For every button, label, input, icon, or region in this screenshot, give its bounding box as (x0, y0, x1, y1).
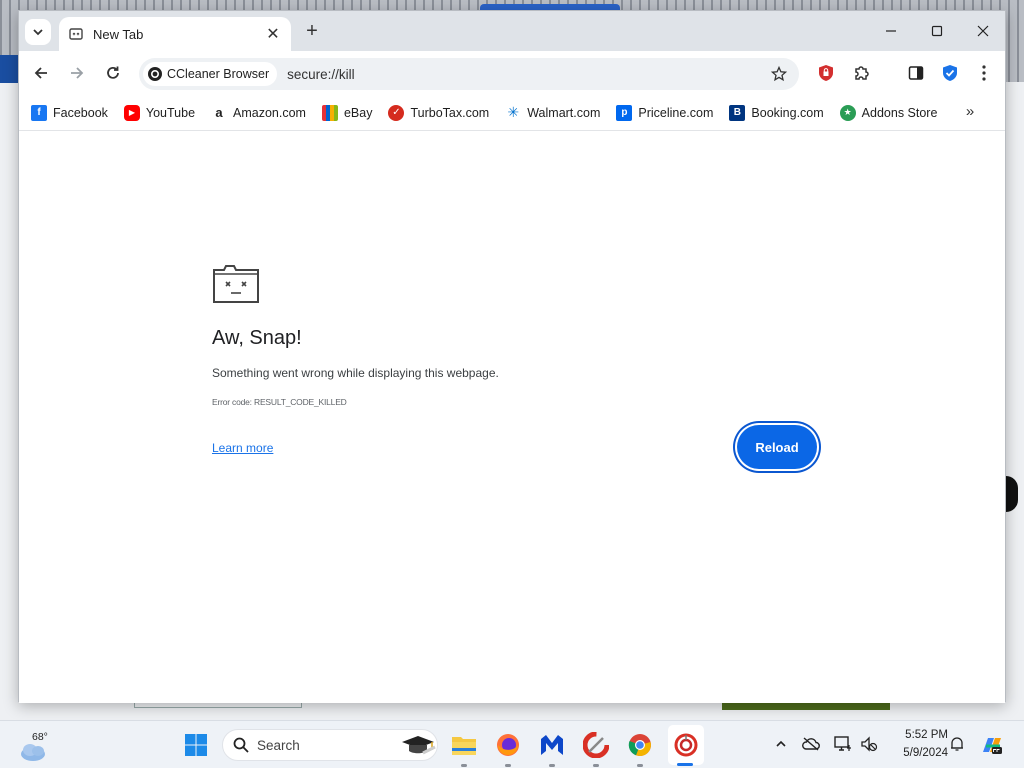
chrome-icon[interactable] (626, 731, 654, 759)
bookmark-label: Priceline.com (638, 105, 714, 120)
bookmark-priceline[interactable]: p Priceline.com (616, 99, 721, 127)
security-shield-icon[interactable] (815, 62, 837, 84)
url-text[interactable]: secure://kill (287, 67, 767, 82)
addons-store-icon: ★ (839, 104, 856, 121)
running-indicator (549, 764, 555, 767)
bookmark-facebook[interactable]: f Facebook (31, 99, 116, 127)
network-display-icon[interactable] (834, 735, 852, 753)
browser-toolbar: CCleaner Browser secure://kill (19, 51, 1005, 95)
sad-tab-folder-icon (213, 265, 259, 303)
firefox-icon[interactable] (494, 731, 522, 759)
bookmark-youtube[interactable]: ▶ YouTube (123, 99, 203, 127)
browser-window: New Tab ✕ + CCleaner Browser secure://ki… (18, 10, 1006, 703)
booking-icon: B (729, 104, 746, 121)
bookmark-ebay[interactable]: eBay (321, 99, 381, 127)
extensions-puzzle-icon[interactable] (851, 62, 873, 84)
bookmark-label: Facebook (53, 105, 108, 120)
ccleaner-browser-app-icon[interactable] (672, 731, 700, 759)
error-message: Something went wrong while displaying th… (212, 366, 499, 380)
weather-temperature: 68° (32, 731, 48, 743)
clock-date[interactable]: 5/9/2024 (892, 747, 948, 759)
tab-title: New Tab (93, 26, 144, 42)
bookmarks-bar: f Facebook ▶ YouTube a Amazon.com eBay ✓… (19, 95, 1005, 131)
running-indicator (637, 764, 643, 767)
tab-new-tab[interactable]: New Tab ✕ (59, 17, 291, 51)
window-close-icon[interactable] (965, 19, 1001, 43)
bookmark-label: YouTube (145, 105, 196, 120)
active-indicator (677, 763, 693, 766)
more-menu-kebab-icon[interactable] (973, 62, 995, 84)
bookmarks-overflow-chevron-icon[interactable]: » (959, 103, 981, 125)
ccleaner-app-icon[interactable] (582, 731, 610, 759)
youtube-icon: ▶ (123, 104, 140, 121)
windows-start-icon[interactable] (182, 731, 210, 759)
walmart-spark-icon: ✳ (507, 104, 520, 120)
error-page: Aw, Snap! Something went wrong while dis… (19, 131, 1005, 703)
tray-overflow-chevron-up-icon[interactable] (772, 735, 790, 753)
site-info-chip[interactable]: CCleaner Browser (143, 62, 278, 86)
ccleaner-logo-icon (148, 67, 162, 81)
bookmark-label: eBay (343, 105, 373, 120)
side-panel-icon[interactable] (905, 62, 927, 84)
site-chip-label: CCleaner Browser (167, 67, 270, 81)
bookmark-amazon[interactable]: a Amazon.com (211, 99, 314, 127)
error-title: Aw, Snap! (212, 327, 302, 349)
onedrive-offline-cloud-icon[interactable] (802, 735, 820, 753)
reload-icon[interactable] (101, 61, 125, 85)
maximize-icon[interactable] (919, 19, 955, 43)
back-arrow-icon[interactable] (29, 61, 53, 85)
chevron-down-icon (33, 29, 43, 36)
facebook-icon: f (31, 104, 47, 121)
tab-search-button[interactable] (25, 19, 51, 45)
bookmark-addons-store[interactable]: ★ Addons Store (839, 99, 946, 127)
learn-more-link[interactable]: Learn more (212, 441, 273, 455)
bookmark-booking[interactable]: B Booking.com (729, 99, 831, 127)
bookmark-turbotax[interactable]: ✓ TurboTax.com (388, 99, 497, 127)
volume-muted-icon[interactable] (860, 735, 878, 753)
tab-close-icon[interactable]: ✕ (265, 24, 281, 44)
notification-bell-icon[interactable] (948, 735, 966, 753)
bookmark-walmart[interactable]: ✳ Walmart.com (505, 99, 608, 127)
bookmark-label: Addons Store (861, 105, 938, 120)
priceline-icon: p (616, 104, 633, 121)
forward-arrow-icon[interactable] (65, 61, 89, 85)
background-window-band (0, 55, 20, 83)
malwarebytes-icon[interactable] (538, 731, 566, 759)
tab-strip: New Tab ✕ + (19, 11, 1005, 51)
vpn-shield-check-icon[interactable] (939, 62, 961, 84)
amazon-icon: a (215, 105, 223, 120)
address-bar[interactable]: CCleaner Browser secure://kill (139, 58, 799, 90)
graduation-cap-icon (402, 736, 436, 755)
new-tab-plus-icon[interactable]: + (301, 20, 323, 42)
taskbar-search-placeholder: Search (257, 737, 300, 753)
copilot-icon[interactable] (978, 731, 1006, 759)
bookmark-label: Booking.com (751, 105, 824, 120)
ebay-bag-icon (321, 104, 338, 121)
taskbar-search-box[interactable]: Search (222, 729, 438, 761)
clock-time[interactable]: 5:52 PM (892, 729, 948, 741)
running-indicator (505, 764, 511, 767)
search-icon (233, 737, 249, 753)
taskbar: 68° Search 5:52 PM 5/9/2024 (0, 720, 1024, 768)
running-indicator (461, 764, 467, 767)
bookmark-star-icon[interactable] (767, 62, 791, 86)
turbotax-icon: ✓ (388, 104, 405, 121)
bookmark-label: TurboTax.com (410, 105, 490, 120)
error-code: Error code: RESULT_CODE_KILLED (212, 397, 347, 407)
background-window-outline (134, 703, 302, 708)
tab-favicon-icon (69, 27, 83, 41)
file-explorer-icon[interactable] (450, 731, 478, 759)
minimize-icon[interactable] (873, 19, 909, 43)
running-indicator (593, 764, 599, 767)
bookmark-label: Amazon.com (233, 105, 306, 120)
bookmark-label: Walmart.com (527, 105, 601, 120)
reload-button[interactable]: Reload (737, 425, 817, 469)
